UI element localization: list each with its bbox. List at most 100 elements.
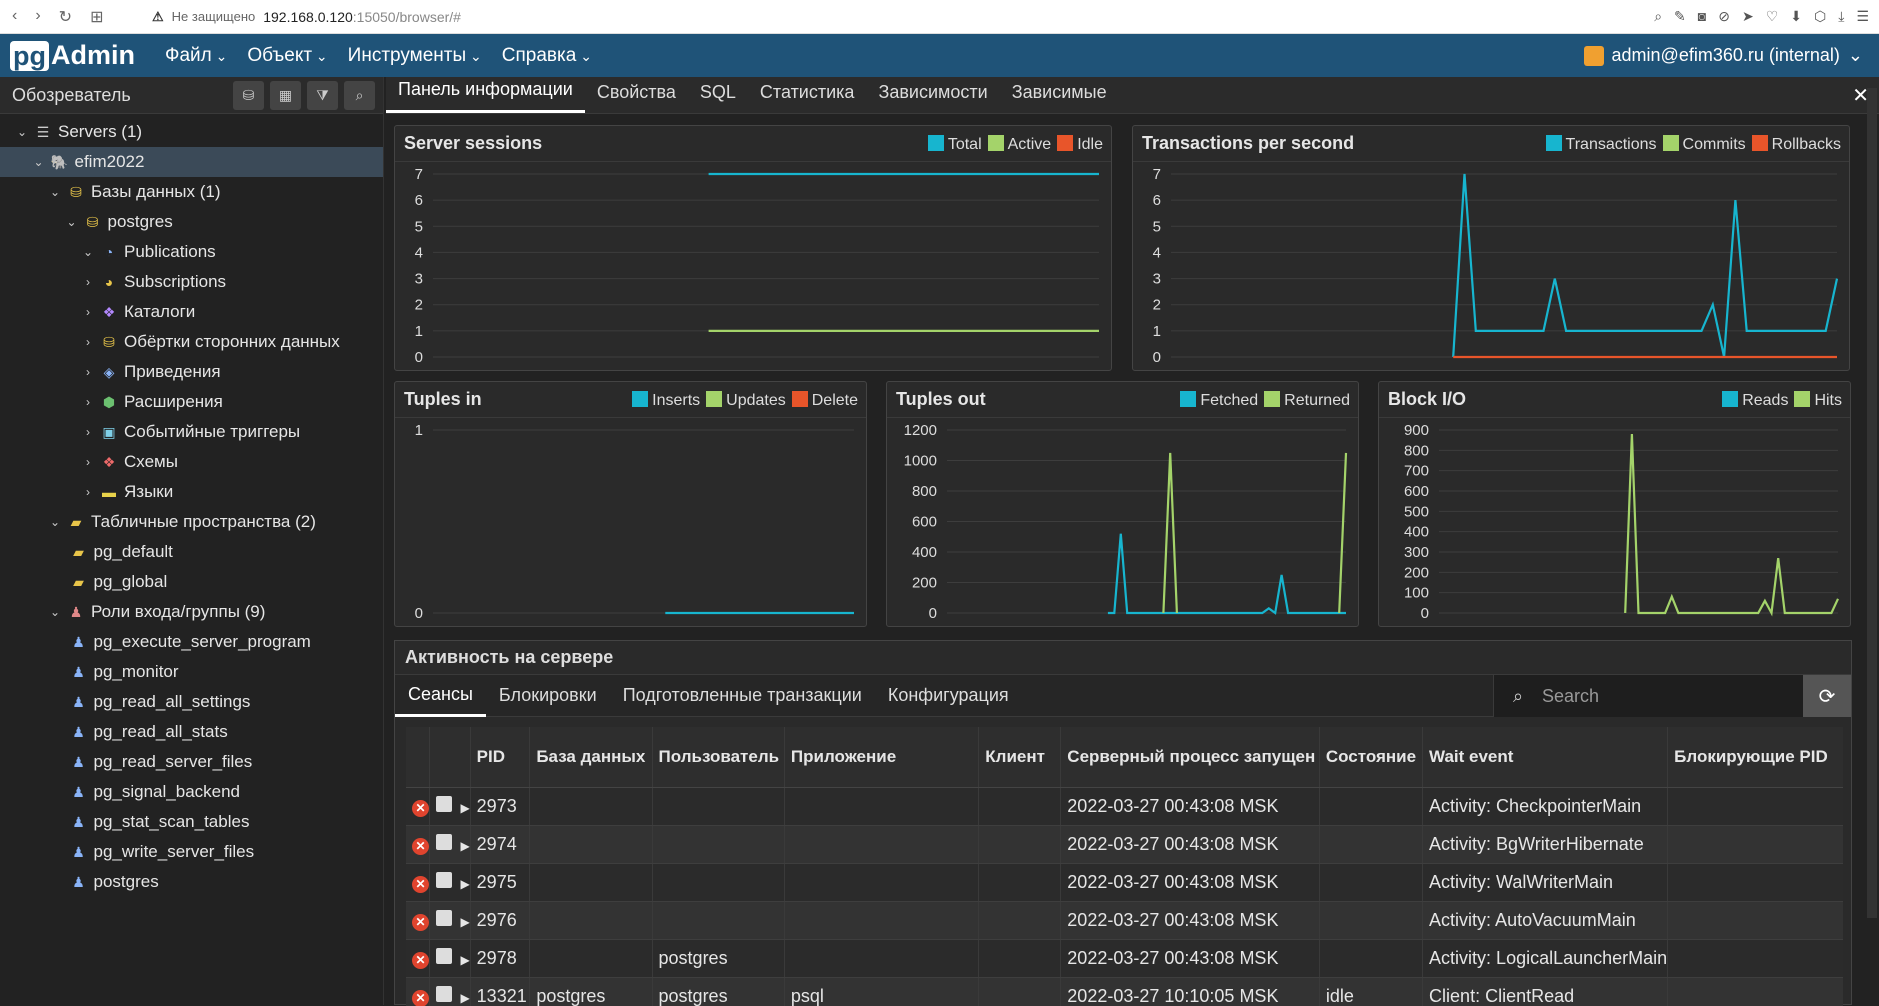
refresh-icon[interactable]: ⟳ <box>1803 675 1851 717</box>
tree-node[interactable]: ♟postgres <box>0 867 383 897</box>
table-row[interactable]: ✕▶2978postgres2022-03-27 00:43:08 MSKAct… <box>406 939 1843 977</box>
row-checkbox[interactable] <box>436 872 452 888</box>
table-row[interactable]: ✕▶29732022-03-27 00:43:08 MSKActivity: C… <box>406 787 1843 825</box>
tab-sql[interactable]: SQL <box>688 82 748 113</box>
tree-node[interactable]: ›❖Схемы <box>0 447 383 477</box>
chevron-down-icon[interactable]: ⌄ <box>62 215 82 229</box>
chevron-down-icon[interactable]: ⌄ <box>45 605 65 619</box>
heart-icon[interactable]: ♡ <box>1766 8 1779 25</box>
user-menu[interactable]: admin@efim360.ru (internal) ⌄ <box>1584 45 1863 66</box>
terminate-session-icon[interactable]: ✕ <box>412 800 429 817</box>
column-header[interactable]: Wait event <box>1423 727 1668 787</box>
table-row[interactable]: ✕▶29762022-03-27 00:43:08 MSKActivity: A… <box>406 901 1843 939</box>
column-header[interactable]: PID <box>470 727 530 787</box>
tree-node[interactable]: ♟pg_stat_scan_tables <box>0 807 383 837</box>
search-input[interactable] <box>1542 686 1782 707</box>
terminate-session-icon[interactable]: ✕ <box>412 914 429 931</box>
tab-properties[interactable]: Свойства <box>585 82 688 113</box>
view-data-icon[interactable]: ▦ <box>270 81 301 110</box>
expand-row-icon[interactable]: ▶ <box>460 839 469 853</box>
chevron-down-icon[interactable]: ⌄ <box>78 245 98 259</box>
expand-row-icon[interactable]: ▶ <box>460 877 469 891</box>
chevron-down-icon[interactable]: ⌄ <box>29 155 49 169</box>
download-icon[interactable]: ⤓ <box>1838 8 1844 25</box>
chevron-right-icon[interactable]: › <box>78 425 98 439</box>
column-header[interactable]: Клиент <box>979 727 1061 787</box>
zoom-icon[interactable]: ⌕ <box>1654 8 1662 25</box>
column-header[interactable]: База данных <box>530 727 652 787</box>
row-checkbox[interactable] <box>436 986 452 1002</box>
tree-node[interactable]: ⌄⛁Базы данных (1) <box>0 177 383 207</box>
column-header[interactable]: Блокирующие PID <box>1668 727 1843 787</box>
send-icon[interactable]: ➤ <box>1742 8 1754 25</box>
row-checkbox[interactable] <box>436 948 452 964</box>
tree-node[interactable]: ›◈Приведения <box>0 357 383 387</box>
tree-node[interactable]: ♟pg_monitor <box>0 657 383 687</box>
address-bar[interactable]: ⚠ Не защищено 192.168.0.120:15050/browse… <box>152 9 461 25</box>
tree-node[interactable]: ⌄⛁postgres <box>0 207 383 237</box>
chevron-down-icon[interactable]: ⌄ <box>12 125 32 139</box>
tree-node[interactable]: ♟pg_read_server_files <box>0 747 383 777</box>
column-header[interactable]: Состояние <box>1319 727 1422 787</box>
terminate-session-icon[interactable]: ✕ <box>412 876 429 893</box>
menu-help[interactable]: Справка <box>502 45 592 67</box>
query-tool-icon[interactable]: ⛁ <box>233 81 264 110</box>
terminate-session-icon[interactable]: ✕ <box>412 952 429 969</box>
tree-node[interactable]: ▰pg_default <box>0 537 383 567</box>
chevron-right-icon[interactable]: › <box>78 305 98 319</box>
extension-icon[interactable]: ⬇ <box>1790 8 1802 25</box>
menu-icon[interactable]: ☰ <box>1856 8 1869 25</box>
tab-configuration[interactable]: Конфигурация <box>875 675 1022 717</box>
expand-row-icon[interactable]: ▶ <box>460 991 469 1005</box>
reload-icon[interactable]: ↻ <box>59 7 72 27</box>
expand-row-icon[interactable]: ▶ <box>460 953 469 967</box>
tree-node[interactable]: ›▣Событийные триггеры <box>0 417 383 447</box>
tree-node[interactable]: ♟pg_execute_server_program <box>0 627 383 657</box>
terminate-session-icon[interactable]: ✕ <box>412 990 429 1006</box>
tree-node[interactable]: ›⬢Расширения <box>0 387 383 417</box>
tree-node[interactable]: ⌄◔Publications <box>0 237 383 267</box>
row-checkbox[interactable] <box>436 910 452 926</box>
tab-locks[interactable]: Блокировки <box>486 675 610 717</box>
menu-file[interactable]: Файл <box>165 45 227 67</box>
tree-node[interactable]: ▰pg_global <box>0 567 383 597</box>
table-row[interactable]: ✕▶29752022-03-27 00:43:08 MSKActivity: W… <box>406 863 1843 901</box>
forward-icon[interactable]: › <box>35 7 40 27</box>
menu-tools[interactable]: Инструменты <box>348 45 482 67</box>
column-header[interactable]: Серверный процесс запущен <box>1061 727 1320 787</box>
tree-node[interactable]: ♟pg_read_all_stats <box>0 717 383 747</box>
tab-dependencies[interactable]: Зависимости <box>866 82 999 113</box>
tabs-grid-icon[interactable]: ⊞ <box>90 7 103 27</box>
tree-node[interactable]: ›▬Языки <box>0 477 383 507</box>
tree-node[interactable]: ⌄♟Роли входа/группы (9) <box>0 597 383 627</box>
tree-node[interactable]: ›◕Subscriptions <box>0 267 383 297</box>
camera-icon[interactable]: ◙ <box>1698 8 1706 25</box>
chevron-right-icon[interactable]: › <box>78 485 98 499</box>
table-row[interactable]: ✕▶13321postgrespostgrespsql2022-03-27 10… <box>406 977 1843 1006</box>
chevron-right-icon[interactable]: › <box>78 455 98 469</box>
menu-object[interactable]: Объект <box>247 45 327 67</box>
tab-prepared-transactions[interactable]: Подготовленные транзакции <box>610 675 875 717</box>
chevron-right-icon[interactable]: › <box>78 365 98 379</box>
tab-dashboard[interactable]: Панель информации <box>386 79 585 113</box>
chevron-right-icon[interactable]: › <box>78 395 98 409</box>
chevron-right-icon[interactable]: › <box>78 335 98 349</box>
cube-icon[interactable]: ⬡ <box>1814 8 1826 25</box>
back-icon[interactable]: ‹ <box>12 7 17 27</box>
tree-node[interactable]: ⌄🐘efim2022 <box>0 147 383 177</box>
tree-node[interactable]: ›⛁Обёртки сторонних данных <box>0 327 383 357</box>
table-row[interactable]: ✕▶29742022-03-27 00:43:08 MSKActivity: B… <box>406 825 1843 863</box>
edit-icon[interactable]: ✎ <box>1674 8 1686 25</box>
chevron-down-icon[interactable]: ⌄ <box>45 515 65 529</box>
pgadmin-logo[interactable]: pgAdmin <box>10 40 135 71</box>
page-scrollbar[interactable] <box>1867 88 1877 918</box>
tree-node[interactable]: ⌄☰Servers (1) <box>0 117 383 147</box>
tree-node[interactable]: ⌄▰Табличные пространства (2) <box>0 507 383 537</box>
search-objects-icon[interactable]: ⌕ <box>344 81 375 110</box>
column-header[interactable]: Приложение <box>784 727 978 787</box>
tab-sessions[interactable]: Сеансы <box>395 675 486 717</box>
chevron-down-icon[interactable]: ⌄ <box>45 185 65 199</box>
expand-row-icon[interactable]: ▶ <box>460 915 469 929</box>
expand-row-icon[interactable]: ▶ <box>460 801 469 815</box>
row-checkbox[interactable] <box>436 834 452 850</box>
